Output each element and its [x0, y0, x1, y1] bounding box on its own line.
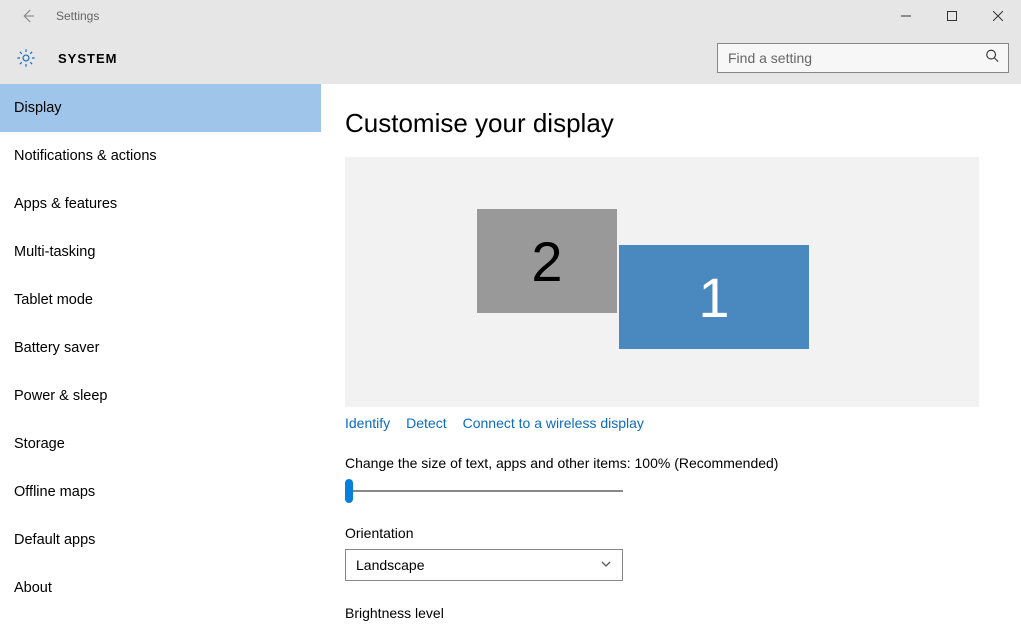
orientation-select[interactable]: Landscape [345, 549, 623, 581]
sidebar-item-default-apps[interactable]: Default apps [0, 516, 321, 564]
sidebar-item-label: Default apps [14, 532, 95, 548]
sidebar-item-display[interactable]: Display [0, 84, 321, 132]
sidebar-item-label: Multi-tasking [14, 244, 95, 260]
maximize-button[interactable] [929, 0, 975, 32]
minimize-icon [901, 11, 911, 21]
slider-thumb[interactable] [345, 479, 353, 503]
sidebar-item-label: Battery saver [14, 340, 99, 356]
minimize-button[interactable] [883, 0, 929, 32]
close-button[interactable] [975, 0, 1021, 32]
header: SYSTEM [0, 32, 1021, 84]
sidebar-item-battery-saver[interactable]: Battery saver [0, 324, 321, 372]
sidebar-item-notifications[interactable]: Notifications & actions [0, 132, 321, 180]
arrow-left-icon [19, 7, 37, 25]
sidebar-item-power-sleep[interactable]: Power & sleep [0, 372, 321, 420]
settings-gear-icon [12, 44, 40, 72]
sidebar-item-storage[interactable]: Storage [0, 420, 321, 468]
monitor-label: 2 [531, 229, 562, 294]
scale-slider[interactable] [345, 481, 623, 501]
sidebar-item-label: Notifications & actions [14, 148, 157, 164]
sidebar-item-label: Storage [14, 436, 65, 452]
orientation-label: Orientation [345, 525, 979, 541]
monitor-1[interactable]: 1 [619, 245, 809, 349]
title-bar: Settings [0, 0, 1021, 32]
close-icon [993, 11, 1003, 21]
main-content: Customise your display 2 1 Identify Dete… [321, 84, 1021, 632]
brightness-label: Brightness level [345, 605, 979, 621]
sidebar-item-label: Offline maps [14, 484, 95, 500]
sidebar: Display Notifications & actions Apps & f… [0, 84, 321, 632]
window-controls [883, 0, 1021, 32]
search-input[interactable] [717, 43, 1009, 73]
sidebar-item-apps[interactable]: Apps & features [0, 180, 321, 228]
orientation-value: Landscape [356, 557, 425, 573]
sidebar-item-offline-maps[interactable]: Offline maps [0, 468, 321, 516]
sidebar-item-label: Display [14, 100, 62, 116]
sidebar-item-label: Tablet mode [14, 292, 93, 308]
sidebar-item-about[interactable]: About [0, 564, 321, 612]
scale-label: Change the size of text, apps and other … [345, 455, 979, 471]
sidebar-item-label: About [14, 580, 52, 596]
monitor-label: 1 [698, 265, 729, 330]
search-wrap [717, 43, 1009, 73]
maximize-icon [947, 11, 957, 21]
identify-link[interactable]: Identify [345, 415, 390, 431]
monitor-arrangement[interactable]: 2 1 [345, 157, 979, 407]
detect-link[interactable]: Detect [406, 415, 446, 431]
sidebar-item-label: Apps & features [14, 196, 117, 212]
page-heading: Customise your display [345, 108, 979, 139]
body: Display Notifications & actions Apps & f… [0, 84, 1021, 632]
monitor-2[interactable]: 2 [477, 209, 617, 313]
window-title: Settings [56, 9, 99, 23]
sidebar-item-label: Power & sleep [14, 388, 108, 404]
chevron-down-icon [600, 557, 612, 573]
sidebar-item-multitasking[interactable]: Multi-tasking [0, 228, 321, 276]
sidebar-item-tablet-mode[interactable]: Tablet mode [0, 276, 321, 324]
header-title: SYSTEM [58, 51, 117, 66]
search-icon [985, 49, 999, 68]
display-links: Identify Detect Connect to a wireless di… [345, 415, 979, 431]
slider-track [345, 490, 623, 492]
back-button[interactable] [12, 0, 44, 32]
connect-wireless-link[interactable]: Connect to a wireless display [463, 415, 644, 431]
